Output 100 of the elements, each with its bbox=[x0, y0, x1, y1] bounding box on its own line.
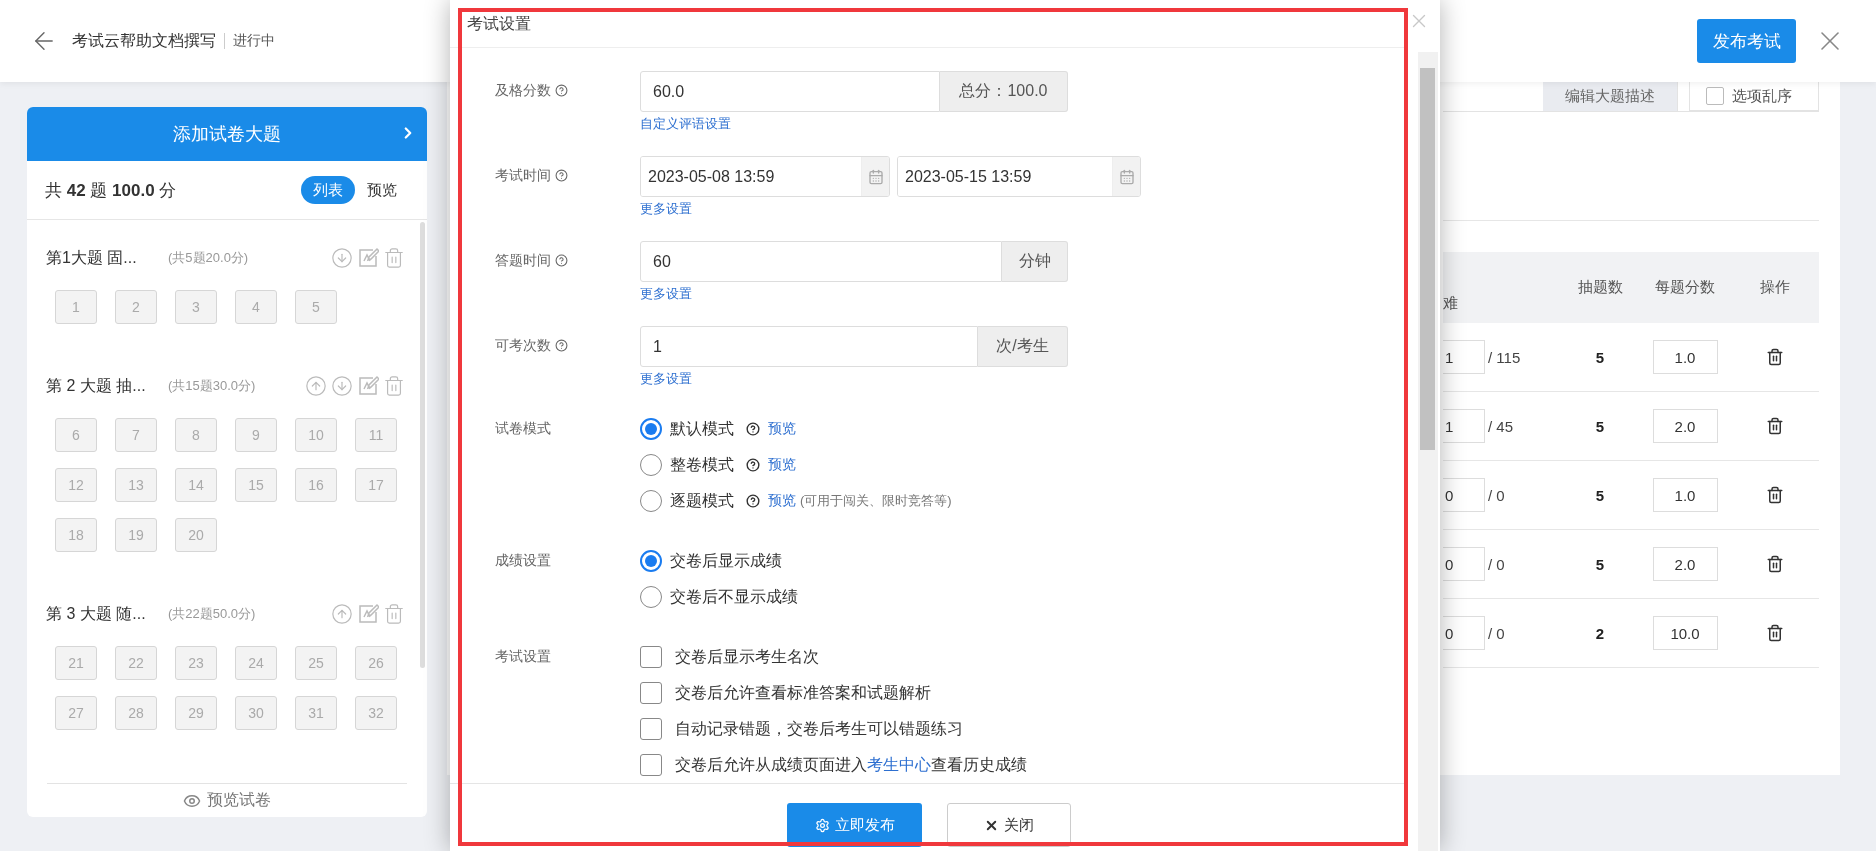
score-field[interactable]: 10.0 bbox=[1652, 616, 1718, 650]
question-number[interactable]: 10 bbox=[295, 418, 337, 452]
question-number[interactable]: 6 bbox=[55, 418, 97, 452]
trash-icon[interactable] bbox=[1765, 624, 1784, 642]
column-header: 抽题数 bbox=[1576, 278, 1624, 297]
question-number[interactable]: 23 bbox=[175, 646, 217, 680]
question-number[interactable]: 12 bbox=[55, 468, 97, 502]
text-field[interactable]: 1 bbox=[640, 326, 978, 367]
question-number[interactable]: 27 bbox=[55, 696, 97, 730]
score-field[interactable]: 1.0 bbox=[1652, 340, 1718, 374]
option-label: 交卷后允许从成绩页面进入考生中心查看历史成绩 bbox=[675, 754, 1027, 775]
edit-icon[interactable] bbox=[357, 375, 379, 397]
field-label: 成绩设置 bbox=[495, 551, 551, 570]
text-field[interactable]: 60.0 bbox=[640, 71, 940, 112]
question-number[interactable]: 18 bbox=[55, 518, 97, 552]
question-number[interactable]: 24 bbox=[235, 646, 277, 680]
count-field[interactable]: 1 bbox=[1443, 340, 1485, 374]
question-number[interactable]: 13 bbox=[115, 468, 157, 502]
question-number[interactable]: 32 bbox=[355, 696, 397, 730]
count-field[interactable]: 1 bbox=[1443, 409, 1485, 443]
question-number[interactable]: 26 bbox=[355, 646, 397, 680]
move-down-icon[interactable] bbox=[331, 247, 353, 269]
question-number[interactable]: 25 bbox=[295, 646, 337, 680]
preview-paper-button[interactable]: 预览试卷 bbox=[177, 789, 277, 812]
question-number[interactable]: 11 bbox=[355, 418, 397, 452]
score-field[interactable]: 2.0 bbox=[1652, 547, 1718, 581]
scrollbar[interactable] bbox=[1418, 52, 1438, 851]
move-down-icon[interactable] bbox=[331, 375, 353, 397]
question-number[interactable]: 8 bbox=[175, 418, 217, 452]
help-icon[interactable] bbox=[555, 339, 568, 352]
view-tab[interactable]: 预览 bbox=[355, 176, 409, 204]
question-number[interactable]: 19 bbox=[115, 518, 157, 552]
trash-icon[interactable] bbox=[1765, 348, 1784, 366]
question-number[interactable]: 7 bbox=[115, 418, 157, 452]
question-number[interactable]: 22 bbox=[115, 646, 157, 680]
add-section-button[interactable]: 添加试卷大题 bbox=[27, 107, 427, 161]
question-number[interactable]: 17 bbox=[355, 468, 397, 502]
edit-icon[interactable] bbox=[357, 247, 379, 269]
preview-link[interactable]: 预览 bbox=[768, 456, 796, 474]
question-number[interactable]: 28 bbox=[115, 696, 157, 730]
shuffle-option[interactable]: 选项乱序 bbox=[1689, 82, 1819, 111]
view-tab[interactable]: 列表 bbox=[301, 176, 355, 204]
scrollbar[interactable] bbox=[420, 222, 425, 668]
calendar-icon[interactable] bbox=[1118, 168, 1135, 185]
settings-link[interactable]: 更多设置 bbox=[640, 282, 692, 302]
publish-now-button[interactable]: 立即发布 bbox=[787, 803, 922, 847]
close-button[interactable]: 关闭 bbox=[947, 803, 1071, 847]
help-icon[interactable] bbox=[746, 458, 760, 472]
question-number[interactable]: 3 bbox=[175, 290, 217, 324]
checkbox[interactable] bbox=[640, 682, 662, 704]
student-center-link[interactable]: 考生中心 bbox=[867, 755, 931, 773]
radio-button[interactable] bbox=[640, 418, 662, 440]
settings-link[interactable]: 更多设置 bbox=[640, 367, 692, 387]
trash-icon[interactable] bbox=[1765, 555, 1784, 573]
date-field[interactable]: 2023-05-08 13:59 bbox=[640, 156, 890, 197]
checkbox[interactable] bbox=[640, 718, 662, 740]
question-number[interactable]: 1 bbox=[55, 290, 97, 324]
option-label: 交卷后显示成绩 bbox=[670, 550, 782, 571]
question-number[interactable]: 31 bbox=[295, 696, 337, 730]
calendar-icon[interactable] bbox=[867, 168, 884, 185]
question-number[interactable]: 16 bbox=[295, 468, 337, 502]
count-field[interactable]: 0 bbox=[1443, 616, 1485, 650]
question-number[interactable]: 20 bbox=[175, 518, 217, 552]
settings-link[interactable]: 自定义评语设置 bbox=[640, 112, 731, 132]
section-title: 第 2 大题 抽... bbox=[46, 375, 147, 396]
question-number[interactable]: 21 bbox=[55, 646, 97, 680]
question-number[interactable]: 30 bbox=[235, 696, 277, 730]
radio-button[interactable] bbox=[640, 550, 662, 572]
count-field[interactable]: 0 bbox=[1443, 547, 1485, 581]
table-cell-text: 5 bbox=[1594, 486, 1606, 504]
question-number[interactable]: 5 bbox=[295, 290, 337, 324]
score-field[interactable]: 2.0 bbox=[1652, 409, 1718, 443]
question-number[interactable]: 29 bbox=[175, 696, 217, 730]
settings-link[interactable]: 更多设置 bbox=[640, 197, 692, 217]
count-field[interactable]: 0 bbox=[1443, 478, 1485, 512]
question-number[interactable]: 2 bbox=[115, 290, 157, 324]
question-number[interactable]: 15 bbox=[235, 468, 277, 502]
text-field[interactable]: 60 bbox=[640, 241, 1002, 282]
help-icon[interactable] bbox=[746, 422, 760, 436]
move-up-icon[interactable] bbox=[305, 375, 327, 397]
trash-icon[interactable] bbox=[1765, 417, 1784, 435]
question-number[interactable]: 4 bbox=[235, 290, 277, 324]
help-icon[interactable] bbox=[555, 84, 568, 97]
help-icon[interactable] bbox=[555, 254, 568, 267]
preview-link[interactable]: 预览 bbox=[768, 492, 796, 510]
preview-link[interactable]: 预览 bbox=[768, 420, 796, 438]
question-number[interactable]: 9 bbox=[235, 418, 277, 452]
edit-icon[interactable] bbox=[357, 603, 379, 625]
move-up-icon[interactable] bbox=[331, 603, 353, 625]
date-field[interactable]: 2023-05-15 13:59 bbox=[897, 156, 1141, 197]
score-field[interactable]: 1.0 bbox=[1652, 478, 1718, 512]
publish-button[interactable]: 发布考试 bbox=[1697, 19, 1796, 63]
checkbox[interactable] bbox=[640, 754, 662, 776]
section-title: 第 3 大题 随... bbox=[46, 603, 147, 624]
checkbox[interactable] bbox=[640, 646, 662, 668]
trash-icon[interactable] bbox=[1765, 486, 1784, 504]
edit-description-button[interactable]: 编辑大题描述 bbox=[1543, 82, 1678, 111]
question-number[interactable]: 14 bbox=[175, 468, 217, 502]
help-icon[interactable] bbox=[555, 169, 568, 182]
help-icon[interactable] bbox=[746, 494, 760, 508]
